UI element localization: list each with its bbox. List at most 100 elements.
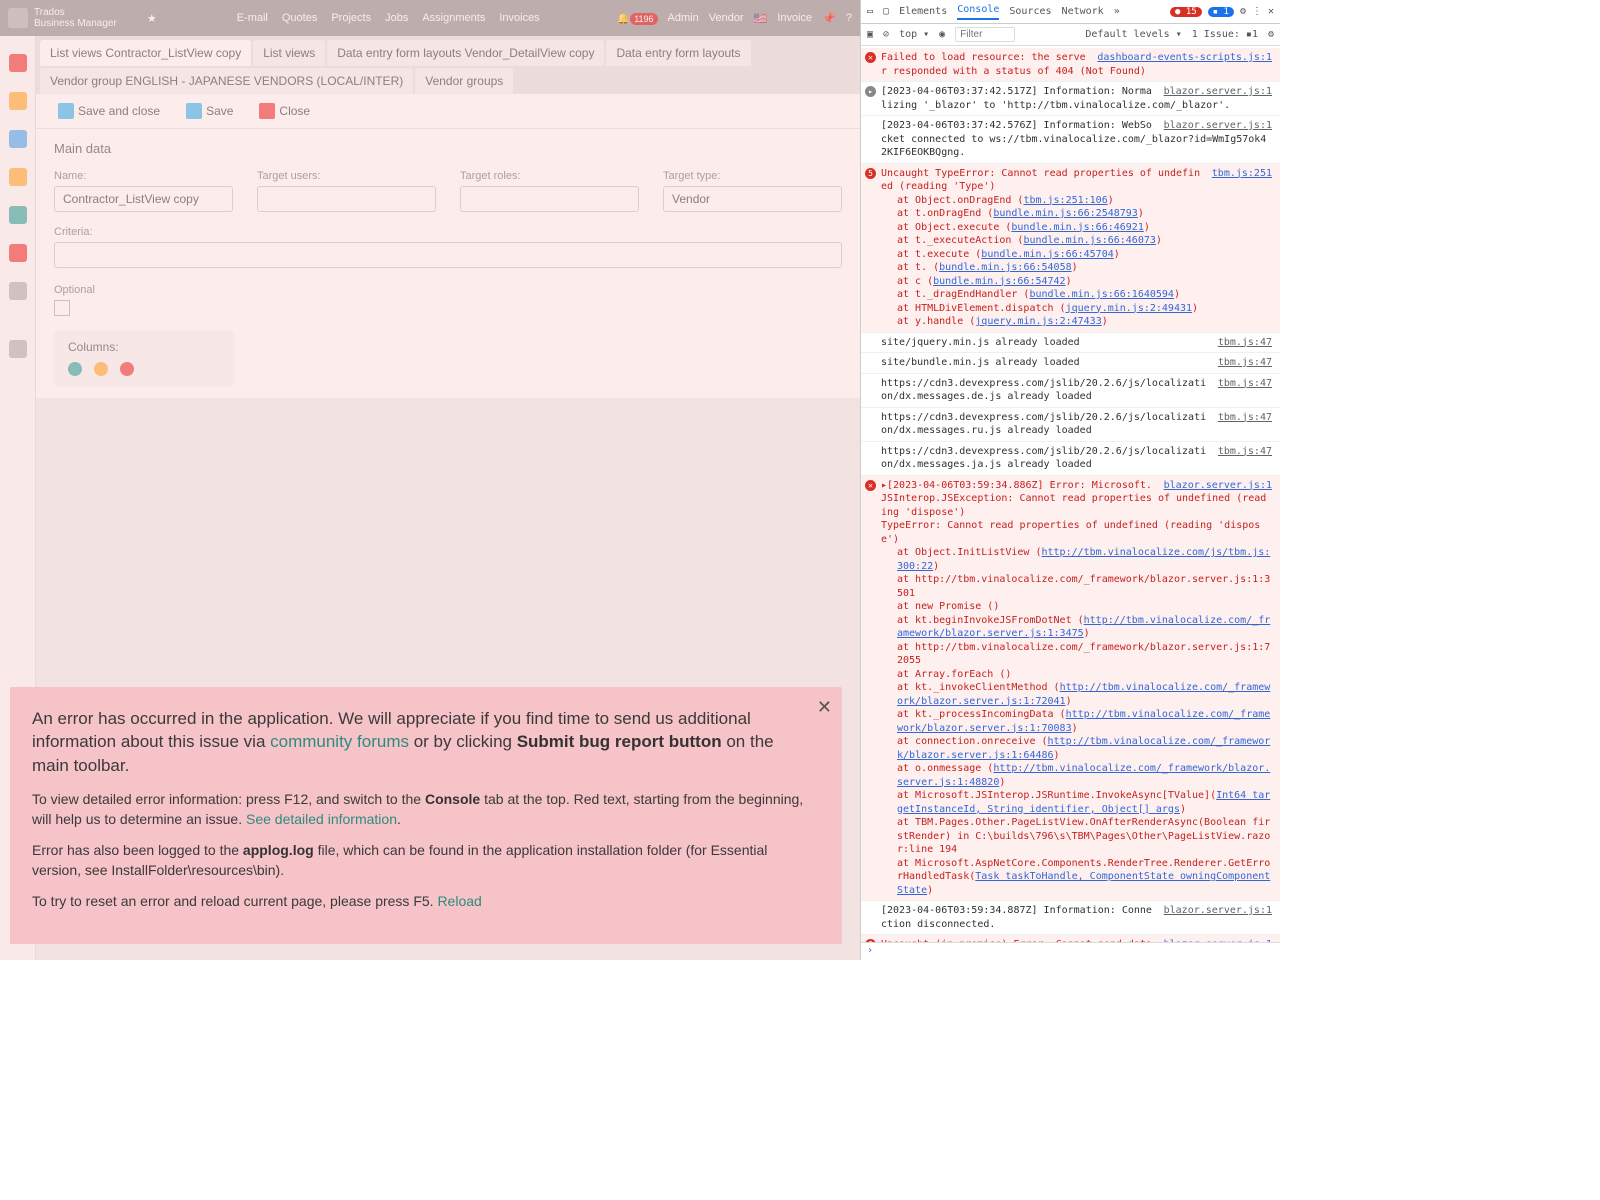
dt-settings-icon[interactable]: ⚙	[1240, 6, 1246, 17]
save-button[interactable]: Save	[178, 100, 241, 122]
console-filter-input[interactable]	[955, 27, 1015, 42]
console-log-entry[interactable]: ▸blazor.server.js:1[2023-04-06T03:37:42.…	[861, 82, 1280, 116]
devtools-panel: ▭ ▢ Elements Console Sources Network » ●…	[860, 0, 1280, 960]
topnav-jobs[interactable]: Jobs	[385, 12, 408, 24]
console-top-select[interactable]: top ▾	[899, 29, 929, 40]
info-count-badge[interactable]: ▪ 1	[1208, 7, 1234, 17]
device-icon[interactable]: ▢	[883, 6, 889, 17]
dt-tab-more[interactable]: »	[1114, 6, 1120, 17]
topnav-invoices[interactable]: Invoices	[499, 12, 539, 24]
sidebar-collapse-icon[interactable]	[9, 340, 27, 358]
inspect-icon[interactable]: ▭	[867, 6, 873, 17]
sidebar-clock-icon[interactable]	[9, 244, 27, 262]
console-log-entry[interactable]: tbm.js:47https://cdn3.devexpress.com/jsl…	[861, 374, 1280, 408]
console-log-entry[interactable]: blazor.server.js:1[2023-04-06T03:59:34.8…	[861, 901, 1280, 935]
add-column-icon[interactable]	[68, 362, 82, 376]
criteria-label: Criteria:	[54, 226, 842, 238]
console-clear-icon[interactable]: ⊘	[883, 29, 889, 40]
tab-1[interactable]: List views	[253, 40, 325, 66]
vendor-link[interactable]: Vendor	[709, 12, 744, 24]
console-sidebar-icon[interactable]: ▣	[867, 29, 873, 40]
bell-icon[interactable]: 🔔1196	[616, 12, 657, 25]
console-log-entry[interactable]: tbm.js:47site/jquery.min.js already load…	[861, 333, 1280, 354]
error-banner: ✕ An error has occurred in the applicati…	[10, 687, 842, 944]
roles-input[interactable]	[460, 186, 639, 212]
dt-tab-network[interactable]: Network	[1062, 6, 1104, 17]
close-button[interactable]: Close	[251, 100, 318, 122]
reload-link[interactable]: Reload	[437, 893, 481, 909]
console-eye-icon[interactable]: ◉	[939, 29, 945, 40]
app-name-1: Trados	[34, 7, 117, 18]
see-detailed-link[interactable]: See detailed information	[246, 811, 397, 827]
tab-4[interactable]: Vendor group ENGLISH - JAPANESE VENDORS …	[40, 68, 413, 94]
sidebar-gear-icon[interactable]	[9, 282, 27, 300]
console-log-list[interactable]: ✕dashboard-events-scripts.js:1Failed to …	[861, 46, 1280, 942]
tab-5[interactable]: Vendor groups	[415, 68, 513, 94]
console-gear-icon[interactable]: ⚙	[1268, 29, 1274, 40]
sidebar-clipboard-icon[interactable]	[9, 168, 27, 186]
help-icon[interactable]: ?	[846, 12, 852, 24]
name-label: Name:	[54, 170, 233, 182]
name-input[interactable]	[54, 186, 233, 212]
section-title: Main data	[54, 141, 842, 156]
bell-badge: 1196	[630, 13, 657, 25]
console-issues[interactable]: 1 Issue: ▪1	[1192, 29, 1258, 40]
save-close-button[interactable]: Save and close	[50, 100, 168, 122]
tab-3[interactable]: Data entry form layouts	[606, 40, 750, 66]
optional-checkbox[interactable]	[54, 300, 70, 316]
type-input[interactable]	[663, 186, 842, 212]
community-forums-link[interactable]: community forums	[270, 732, 409, 751]
topnav-projects[interactable]: Projects	[331, 12, 371, 24]
devtools-tabs: ▭ ▢ Elements Console Sources Network » ●…	[861, 0, 1280, 24]
star-icon[interactable]: ★	[147, 12, 157, 25]
invoice-link[interactable]: Invoice	[777, 12, 812, 24]
console-log-entry[interactable]: ✕dashboard-events-scripts.js:1Failed to …	[861, 48, 1280, 82]
console-prompt[interactable]: ›	[861, 942, 1280, 960]
topnav-email[interactable]: E-mail	[237, 12, 268, 24]
tab-0[interactable]: List views Contractor_ListView copy	[40, 40, 251, 66]
columns-label: Columns:	[68, 340, 220, 354]
dt-close-icon[interactable]: ✕	[1268, 6, 1274, 17]
flag-icon[interactable]: 🇺🇸	[754, 12, 768, 25]
submit-bug-bold: Submit bug report button	[517, 732, 722, 751]
console-log-entry[interactable]: blazor.server.js:1[2023-04-06T03:37:42.5…	[861, 116, 1280, 164]
sidebar-user-icon[interactable]	[9, 92, 27, 110]
users-label: Target users:	[257, 170, 436, 182]
admin-link[interactable]: Admin	[668, 12, 699, 24]
console-log-entry[interactable]: 6blazor.server.js:1Uncaught (in promise)…	[861, 935, 1280, 942]
error-close-button[interactable]: ✕	[817, 695, 832, 720]
topbar: Trados Business Manager ★ E-mail Quotes …	[0, 0, 860, 36]
console-levels-select[interactable]: Default levels ▾	[1085, 29, 1181, 40]
console-log-entry[interactable]: ✕blazor.server.js:1▸[2023-04-06T03:59:34…	[861, 476, 1280, 902]
users-input[interactable]	[257, 186, 436, 212]
delete-column-icon[interactable]	[120, 362, 134, 376]
sidebar-shield-icon[interactable]	[9, 206, 27, 224]
topnav-quotes[interactable]: Quotes	[282, 12, 317, 24]
dt-menu-icon[interactable]: ⋮	[1252, 6, 1262, 17]
roles-label: Target roles:	[460, 170, 639, 182]
console-log-entry[interactable]: tbm.js:47https://cdn3.devexpress.com/jsl…	[861, 442, 1280, 476]
console-log-entry[interactable]: tbm.js:47https://cdn3.devexpress.com/jsl…	[861, 408, 1280, 442]
sidebar-pie-icon[interactable]	[9, 54, 27, 72]
error-count-badge[interactable]: ● 15	[1170, 7, 1202, 17]
close-icon	[259, 103, 275, 119]
type-label: Target type:	[663, 170, 842, 182]
console-log-entry[interactable]: 5tbm.js:251Uncaught TypeError: Cannot re…	[861, 164, 1280, 333]
dt-tab-console[interactable]: Console	[957, 4, 999, 20]
edit-column-icon[interactable]	[94, 362, 108, 376]
sidebar-window-icon[interactable]	[9, 130, 27, 148]
dt-tab-elements[interactable]: Elements	[899, 6, 947, 17]
pin-icon[interactable]: 📌	[822, 12, 836, 25]
criteria-input[interactable]	[54, 242, 842, 268]
console-log-entry[interactable]: tbm.js:47site/bundle.min.js already load…	[861, 353, 1280, 374]
topnav: E-mail Quotes Projects Jobs Assignments …	[237, 12, 540, 24]
document-tabs: List views Contractor_ListView copy List…	[0, 36, 860, 94]
optional-label: Optional	[54, 284, 95, 296]
tab-2[interactable]: Data entry form layouts Vendor_DetailVie…	[327, 40, 604, 66]
dt-tab-sources[interactable]: Sources	[1009, 6, 1051, 17]
save-icon	[186, 103, 202, 119]
columns-panel: Columns:	[54, 330, 234, 386]
topnav-assignments[interactable]: Assignments	[422, 12, 485, 24]
logo-icon	[8, 8, 28, 28]
console-toolbar: ▣ ⊘ top ▾ ◉ Default levels ▾ 1 Issue: ▪1…	[861, 24, 1280, 46]
